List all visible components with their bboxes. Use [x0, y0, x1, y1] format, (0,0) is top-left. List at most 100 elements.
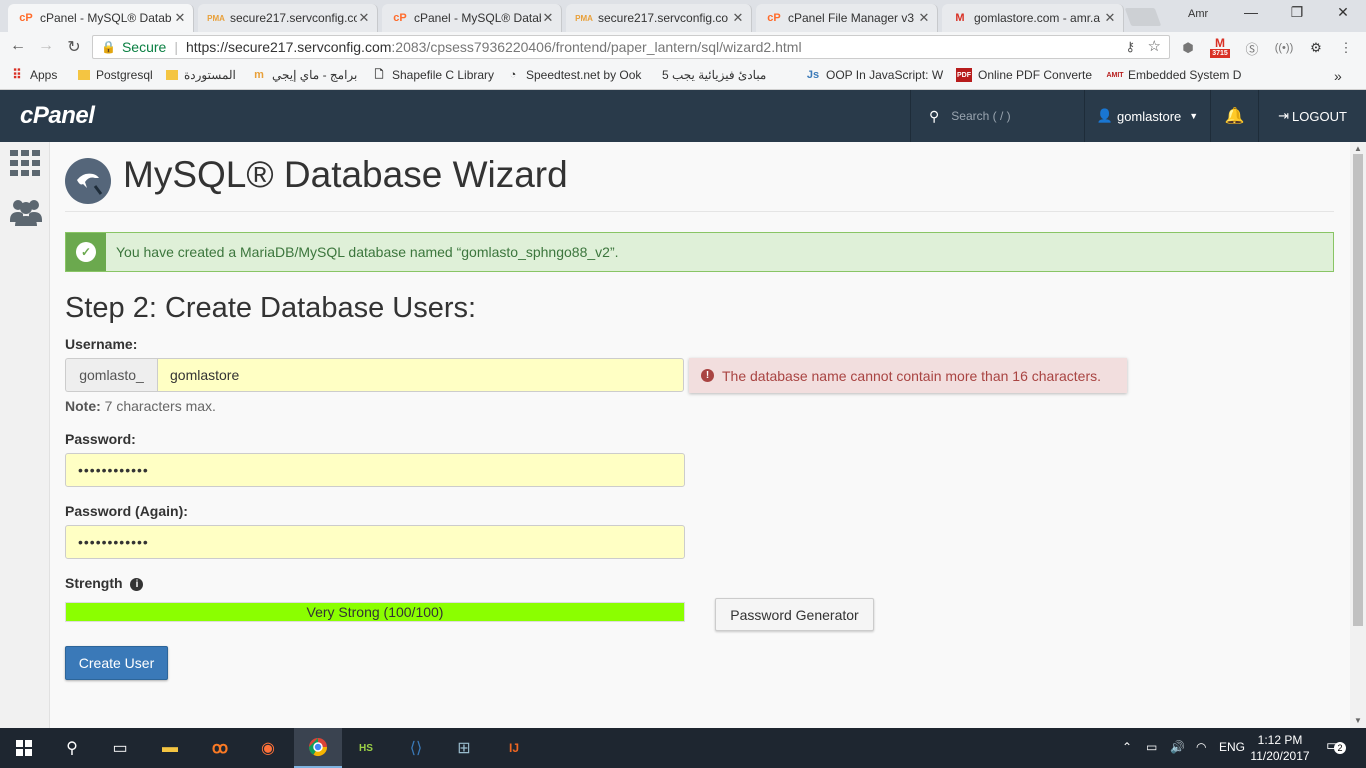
browser-tab[interactable]: M gomlastore.com - amr.a ✕ [942, 4, 1124, 32]
page-scrollbar[interactable]: ▲ ▼ [1350, 142, 1366, 728]
forward-arrow-icon[interactable]: → [36, 37, 56, 55]
cast-icon[interactable]: ((•)) [1272, 38, 1296, 58]
star-icon[interactable]: ☆ [1148, 37, 1161, 55]
users-icon-graphic [10, 200, 42, 226]
vpn-icon[interactable]: ⚙ [1306, 38, 1326, 58]
browser-tab-strip: cP cPanel - MySQL® Datab ✕ PMA secure217… [0, 0, 1366, 32]
volume-icon[interactable]: 🔊 [1170, 740, 1185, 754]
apps-grid-icon: ⠿ [12, 67, 22, 82]
cpanel-search[interactable]: ⚲ [910, 90, 1084, 142]
pdf-icon: PDF [956, 68, 972, 82]
gmail-extension-icon[interactable]: M 3715 [1208, 37, 1232, 58]
bookmark-speedtest[interactable]: ◔ Speedtest.net by Ook [506, 68, 642, 82]
close-tab-icon[interactable]: ✕ [1103, 10, 1117, 26]
vscode-icon[interactable]: ⟨⟩ [392, 728, 440, 768]
new-tab-button[interactable] [1124, 8, 1162, 26]
back-arrow-icon[interactable]: ← [8, 37, 28, 55]
xampp-icon[interactable]: ꝏ [196, 728, 244, 768]
password-again-input[interactable]: •••••••••••• [65, 525, 685, 559]
create-user-button[interactable]: Create User [65, 646, 168, 680]
url-path: :2083/cpsess7936220406/frontend/paper_la… [391, 39, 802, 55]
search-input[interactable] [951, 109, 1072, 123]
scroll-thumb[interactable] [1353, 154, 1363, 626]
close-tab-icon[interactable]: ✕ [173, 10, 187, 26]
file-explorer-icon[interactable]: ▬ [146, 728, 194, 768]
clock-date: 11/20/2017 [1250, 749, 1310, 763]
reload-icon[interactable]: ↻ [64, 37, 84, 57]
intellij-icon[interactable]: IJ [490, 728, 538, 768]
firefox-icon[interactable]: ◉ [244, 728, 292, 768]
minimize-icon[interactable]: — [1228, 4, 1274, 26]
bookmarks-overflow-icon[interactable]: » [1334, 68, 1342, 84]
browser-tab[interactable]: PMA secure217.servconfig.co ✕ [198, 4, 378, 32]
tray-expand-icon[interactable]: ⌃ [1122, 740, 1132, 754]
close-tab-icon[interactable]: ✕ [917, 10, 931, 26]
bookmark-apps[interactable]: ⠿ Apps [10, 67, 57, 82]
clock[interactable]: 1:12 PM 11/20/2017 [1248, 732, 1312, 764]
close-tab-icon[interactable]: ✕ [541, 10, 555, 26]
clock-time: 1:12 PM [1257, 733, 1303, 747]
js-icon: Js [806, 69, 820, 81]
cpanel-header: cPanel ⚲ 👤 gomlastore ▼ 🔔 ⇥ LOGOUT [0, 90, 1366, 142]
users-icon[interactable] [10, 198, 42, 226]
bookmark-postgresql[interactable]: Postgresql [78, 68, 153, 82]
battery-icon[interactable]: ▭ [1146, 740, 1157, 754]
chrome-icon[interactable] [294, 728, 342, 768]
windows-logo [16, 740, 32, 756]
mysql-dolphin-icon [65, 158, 111, 204]
bookmark-myegy[interactable]: m برامج - ماي إيجي [252, 68, 357, 82]
key-icon[interactable]: ⚷ [1125, 39, 1135, 55]
menu-kebab-icon[interactable]: ⋮ [1338, 38, 1354, 58]
address-bar[interactable]: 🔒 Secure | https://secure217.servconfig.… [92, 35, 1170, 59]
hotspot-shield-icon[interactable]: HS [342, 728, 390, 768]
home-grid-icon[interactable] [10, 150, 40, 178]
network-app-icon[interactable]: ⊞ [440, 728, 488, 768]
windows-start-icon[interactable] [0, 728, 48, 768]
success-message: You have created a MariaDB/MySQL databas… [116, 244, 619, 260]
browser-tab[interactable]: PMA secure217.servconfig.co ✕ [566, 4, 752, 32]
password-label: Password: [65, 431, 136, 447]
browser-tab[interactable]: cP cPanel - MySQL® Datab ✕ [8, 4, 194, 32]
notifications-icon[interactable]: ▭ 2 [1326, 736, 1346, 754]
bookmark-physics[interactable]: 5 مبادئ فيزيائية يجب [662, 68, 766, 82]
bookmark-embedded[interactable]: AMIT Embedded System D [1106, 68, 1241, 82]
bookmark-pdf-converter[interactable]: PDF Online PDF Converte [956, 68, 1092, 82]
phpmyadmin-icon: PMA [207, 13, 225, 23]
username-label: Username: [65, 336, 138, 352]
note-label: Note: [65, 398, 101, 414]
strength-text: Very Strong (100/100) [306, 604, 444, 620]
password-generator-button[interactable]: Password Generator [715, 598, 874, 631]
title-divider [65, 211, 1334, 212]
cpanel-logo[interactable]: cPanel [20, 102, 95, 130]
strength-label: Strength [65, 575, 123, 591]
password-input[interactable]: •••••••••••• [65, 453, 685, 487]
logout-button[interactable]: ⇥ LOGOUT [1258, 90, 1366, 142]
language-indicator[interactable]: ENG [1219, 740, 1245, 754]
chrome-logo [309, 738, 327, 757]
wifi-icon[interactable]: ◠ [1196, 740, 1206, 754]
restore-icon[interactable]: ❐ [1274, 4, 1320, 26]
task-view-icon[interactable]: ▭ [96, 728, 144, 768]
notification-count: 2 [1334, 742, 1346, 754]
close-window-icon[interactable]: ✕ [1320, 4, 1366, 26]
username-note: Note: 7 characters max. [65, 398, 216, 414]
search-icon[interactable]: ⚲ [48, 728, 96, 768]
bookmark-imported-folder[interactable]: المستوردة [166, 68, 236, 82]
error-tooltip: ! The database name cannot contain more … [689, 358, 1127, 393]
browser-tab[interactable]: cP cPanel - MySQL® Datab ✕ [382, 4, 562, 32]
scroll-up-icon[interactable]: ▲ [1354, 144, 1362, 153]
bell-icon[interactable]: 🔔 [1210, 90, 1258, 142]
close-tab-icon[interactable]: ✕ [731, 10, 745, 26]
info-icon[interactable]: i [130, 578, 144, 591]
extension-cube-icon[interactable]: ⬢ [1178, 38, 1198, 58]
bookmark-oop-js[interactable]: Js OOP In JavaScript: W [806, 68, 943, 82]
bookmark-shapefile[interactable]: 🗋 Shapefile C Library [372, 68, 495, 82]
secure-label: Secure [121, 39, 167, 55]
scroll-down-icon[interactable]: ▼ [1354, 716, 1362, 725]
browser-tab[interactable]: cP cPanel File Manager v3 ✕ [756, 4, 938, 32]
skype-icon[interactable]: Ⓢ [1242, 38, 1262, 58]
username-input[interactable]: gomlastore [157, 358, 684, 392]
user-menu[interactable]: 👤 gomlastore ▼ [1084, 90, 1210, 142]
profile-name[interactable]: Amr [1188, 8, 1208, 20]
close-tab-icon[interactable]: ✕ [357, 10, 371, 26]
